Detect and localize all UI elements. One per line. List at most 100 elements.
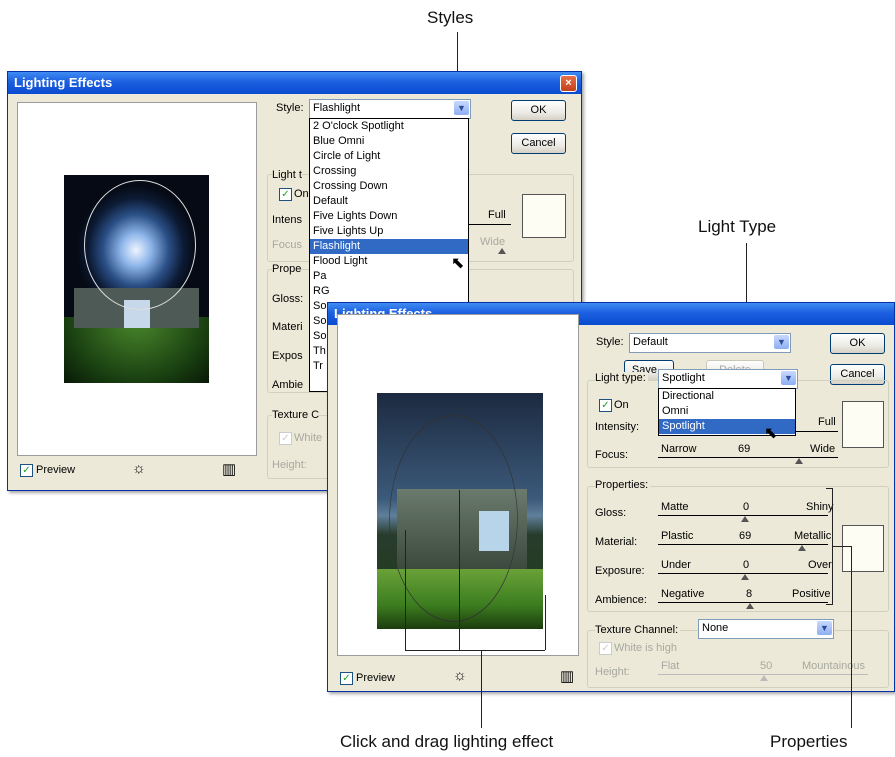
white-is-high-checkbox[interactable]: ✓ [599, 642, 612, 655]
close-icon[interactable]: × [560, 75, 577, 92]
material-plastic: Plastic [661, 530, 694, 542]
intensity-full-label: Full [488, 209, 506, 221]
preview-label: Preview [356, 672, 396, 684]
chevron-down-icon[interactable]: ▼ [781, 371, 796, 385]
chevron-down-icon[interactable]: ▼ [817, 621, 832, 635]
focus-wide-label: Wide [480, 236, 506, 248]
style-option[interactable]: Crossing [310, 164, 468, 179]
callout-properties-bracket-top [826, 488, 833, 489]
style-option[interactable]: Circle of Light [310, 149, 468, 164]
callout-click-drag-bracket-h [405, 650, 545, 651]
light-type-select-value: Spotlight [662, 372, 705, 384]
callout-properties-line [851, 546, 852, 728]
texture-channel-select[interactable]: None ▼ [698, 619, 834, 639]
ambience-slider-knob[interactable] [746, 603, 754, 609]
callout-click-drag-tick-3 [545, 595, 546, 650]
style-select-value: Flashlight [313, 102, 361, 114]
callout-click-drag-tick-1 [405, 530, 406, 650]
material-metallic: Metallic [794, 530, 832, 542]
dialog-title: Lighting Effects [14, 75, 113, 90]
style-option[interactable]: Crossing Down [310, 179, 468, 194]
callout-click-drag: Click and drag lighting effect [340, 732, 554, 751]
callout-styles: Styles [427, 8, 474, 27]
exposure-slider-knob[interactable] [741, 574, 749, 580]
height-label: Height: [272, 459, 307, 471]
texture-label: Texture C [272, 409, 320, 421]
style-option[interactable]: Pa [310, 269, 468, 284]
ok-button[interactable]: OK [830, 333, 885, 354]
style-select[interactable]: Default ▼ [629, 333, 791, 353]
ambience-positive: Positive [792, 588, 831, 600]
preview-area[interactable] [337, 314, 579, 660]
gloss-matte: Matte [661, 501, 689, 513]
trash-icon[interactable]: ▥ [222, 460, 236, 478]
material-slider-knob[interactable] [798, 545, 806, 551]
cancel-button[interactable]: Cancel [511, 133, 566, 154]
intensity-slider[interactable] [466, 224, 511, 225]
height-mountainous: Mountainous [802, 660, 865, 672]
light-bulb-icon[interactable]: ☼ [132, 460, 146, 477]
intensity-label: Intens [272, 214, 302, 226]
style-option[interactable]: Five Lights Down [310, 209, 468, 224]
preview-area[interactable] [17, 102, 257, 456]
style-option[interactable]: Blue Omni [310, 134, 468, 149]
exposure-over: Over [808, 559, 832, 571]
light-color-swatch[interactable] [522, 194, 566, 238]
ambience-negative: Negative [661, 588, 705, 600]
white-is-high-label: White is high [614, 642, 677, 654]
light-type-option[interactable]: Omni [659, 404, 795, 419]
style-select[interactable]: Flashlight ▼ [309, 99, 471, 119]
exposure-label: Exposure: [595, 565, 645, 577]
gloss-shiny: Shiny [806, 501, 834, 513]
properties-label: Properties: [595, 479, 651, 491]
gloss-label: Gloss: [272, 293, 304, 305]
style-label: Style: [276, 102, 304, 114]
exposure-under: Under [661, 559, 691, 571]
material-label: Material: [595, 536, 638, 548]
focus-narrow-label: Narrow [661, 443, 697, 455]
white-checkbox[interactable]: ✓ [279, 432, 292, 445]
title-bar: Lighting Effects × [8, 72, 581, 94]
texture-channel-label: Texture Channel: [595, 624, 681, 636]
preview-checkbox[interactable]: ✓ [20, 464, 33, 477]
light-type-label: Light type: [595, 372, 648, 384]
callout-properties: Properties [770, 732, 848, 751]
gloss-slider-knob[interactable] [741, 516, 749, 522]
lighting-effects-dialog-front: Lighting Effects ✓ Preview ☼ ▥ Style: De… [327, 302, 895, 692]
focus-slider-knob[interactable] [795, 458, 803, 464]
style-option[interactable]: RG [310, 284, 468, 299]
on-checkbox[interactable]: ✓ [279, 188, 292, 201]
style-option-selected[interactable]: Flashlight [310, 239, 468, 254]
callout-light-type: Light Type [698, 217, 777, 236]
ambience-slider[interactable] [658, 602, 828, 603]
focus-slider-knob[interactable] [498, 248, 506, 254]
style-option[interactable]: Default [310, 194, 468, 209]
on-label: On [294, 188, 309, 200]
light-circle[interactable] [84, 180, 196, 310]
ok-button[interactable]: OK [511, 100, 566, 121]
on-label: On [614, 399, 629, 411]
preview-checkbox[interactable]: ✓ [340, 672, 353, 685]
intensity-full-label: Full [818, 416, 836, 428]
chevron-down-icon[interactable]: ▼ [454, 101, 469, 115]
height-label: Height: [595, 666, 630, 678]
light-type-option[interactable]: Directional [659, 389, 795, 404]
chevron-down-icon[interactable]: ▼ [774, 335, 789, 349]
ambience-label: Ambience: [595, 594, 647, 606]
light-bulb-icon[interactable]: ☼ [453, 667, 467, 684]
height-slider-knob[interactable] [760, 675, 768, 681]
light-color-swatch[interactable] [842, 401, 884, 448]
light-type-select[interactable]: Spotlight ▼ [658, 369, 798, 389]
properties-color-swatch[interactable] [842, 525, 884, 572]
exposure-label: Expos [272, 350, 303, 362]
preview-photo [64, 175, 209, 383]
trash-icon[interactable]: ▥ [560, 667, 574, 685]
height-flat: Flat [661, 660, 680, 672]
callout-click-drag-line [481, 650, 482, 728]
style-option[interactable]: Flood Light [310, 254, 468, 269]
focus-slider[interactable] [658, 457, 838, 458]
texture-channel-value: None [702, 622, 729, 634]
style-option[interactable]: Five Lights Up [310, 224, 468, 239]
on-checkbox[interactable]: ✓ [599, 399, 612, 412]
style-option[interactable]: 2 O'clock Spotlight [310, 119, 468, 134]
